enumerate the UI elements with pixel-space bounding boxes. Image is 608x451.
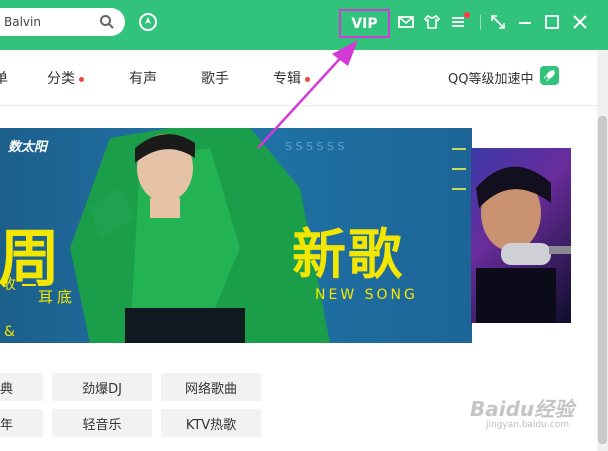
nav-tab-audio[interactable]: 有声 <box>129 68 157 88</box>
banner-subtitle-en: NEW SONG <box>315 287 418 303</box>
category-tag[interactable]: 年 <box>0 409 43 437</box>
search-box[interactable] <box>0 8 125 36</box>
next-banner-preview[interactable] <box>471 148 571 323</box>
banner-dash <box>22 284 36 286</box>
watermark-logo: Baidu经验 <box>470 397 575 421</box>
category-tag[interactable]: 网络歌曲 <box>161 373 261 401</box>
nav-tab-album[interactable]: 专辑 <box>273 68 310 88</box>
search-input[interactable] <box>4 13 94 31</box>
rocket-icon[interactable] <box>540 66 559 85</box>
new-badge-dot <box>79 76 84 82</box>
featured-banner[interactable]: S S S S S S 数太阳 周 新歌 收 耳底 NEW SONG & <box>0 128 472 343</box>
watermark-url: jingyan.baidu.com <box>486 420 570 430</box>
menu-notification-dot <box>464 12 470 18</box>
toolbar-divider <box>480 15 481 30</box>
category-nav: 单 分类 有声 歌手 专辑 QQ等级加速中 <box>0 50 608 106</box>
search-icon[interactable] <box>99 14 115 30</box>
minimize-icon[interactable] <box>516 13 534 31</box>
maximize-icon[interactable] <box>543 13 561 31</box>
banner-preview-artwork <box>476 166 571 323</box>
banner-headline-right: 新歌 <box>292 223 404 286</box>
top-bar: VIP <box>0 0 608 50</box>
close-icon[interactable] <box>571 13 589 31</box>
skin-icon[interactable] <box>423 13 441 31</box>
category-tag[interactable]: KTV热歌 <box>161 409 261 437</box>
banner-logo: 数太阳 <box>8 140 48 155</box>
mini-mode-icon[interactable] <box>489 13 507 31</box>
svg-text:S S S S S S: S S S S S S <box>285 140 344 153</box>
listen-recognize-icon[interactable] <box>138 12 158 32</box>
category-tag[interactable]: 典 <box>0 373 43 401</box>
mail-icon[interactable] <box>397 13 415 31</box>
scrollbar-thumb[interactable] <box>598 116 607 444</box>
nav-tab-singer[interactable]: 歌手 <box>201 68 229 88</box>
banner-small-left: 收 <box>2 277 20 293</box>
level-accelerate-label[interactable]: QQ等级加速中 <box>448 68 533 87</box>
category-tag[interactable]: 劲爆DJ <box>52 373 152 401</box>
vip-button[interactable]: VIP <box>339 9 390 38</box>
banner-subtitle-cn: 耳底 <box>38 288 77 306</box>
new-badge-dot <box>305 76 310 82</box>
nav-tab-list[interactable]: 单 <box>0 68 8 88</box>
category-tag[interactable]: 轻音乐 <box>52 409 152 437</box>
banner-amp: & <box>4 324 15 340</box>
nav-tab-category[interactable]: 分类 <box>47 68 84 88</box>
